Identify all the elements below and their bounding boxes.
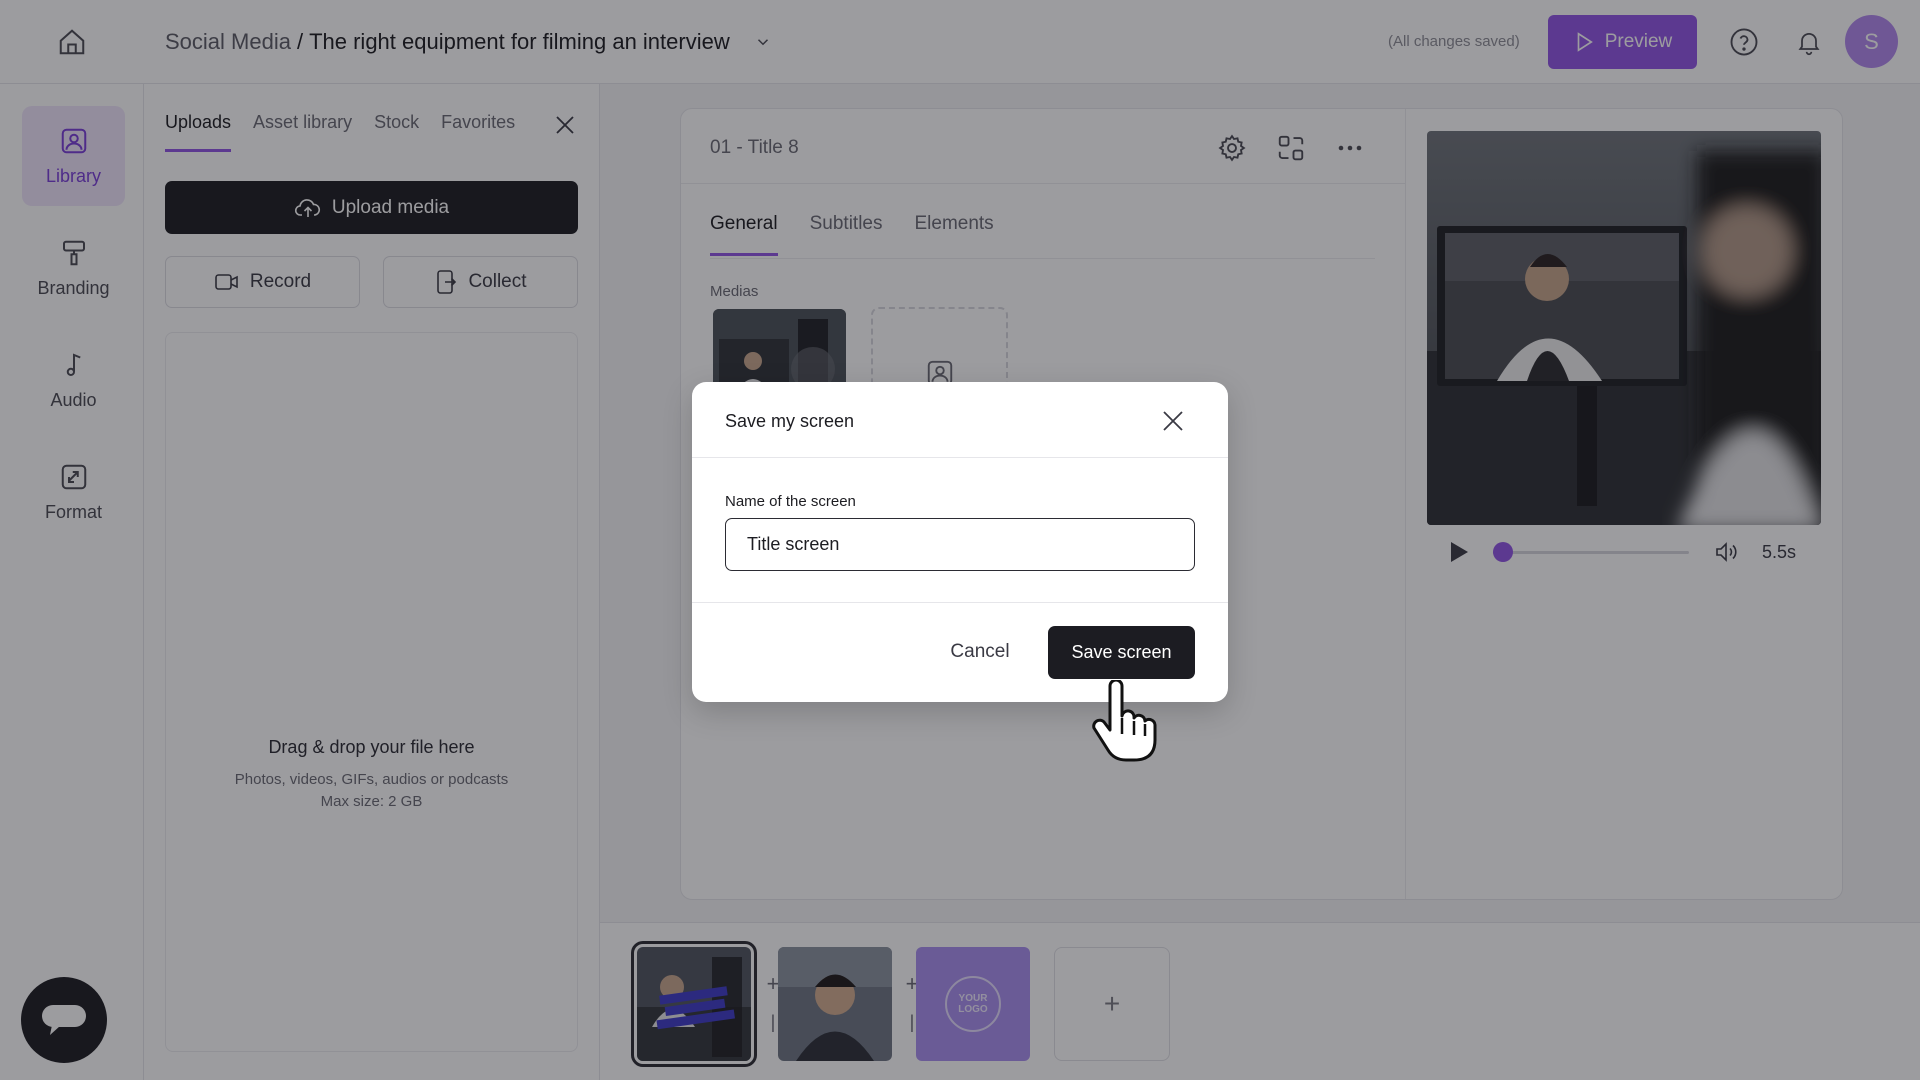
save-screen-dialog: Save my screen Name of the screen Cancel… [692, 382, 1228, 702]
screen-name-input[interactable] [725, 518, 1195, 571]
screen-name-label: Name of the screen [725, 493, 856, 510]
dialog-divider [692, 602, 1228, 603]
cancel-button[interactable]: Cancel [918, 626, 1042, 678]
save-screen-button[interactable]: Save screen [1048, 626, 1195, 679]
dialog-title: Save my screen [725, 411, 855, 431]
hand-cursor-icon [1088, 678, 1158, 764]
close-icon[interactable] [1158, 406, 1188, 436]
dialog-header: Save my screen [692, 382, 1228, 458]
